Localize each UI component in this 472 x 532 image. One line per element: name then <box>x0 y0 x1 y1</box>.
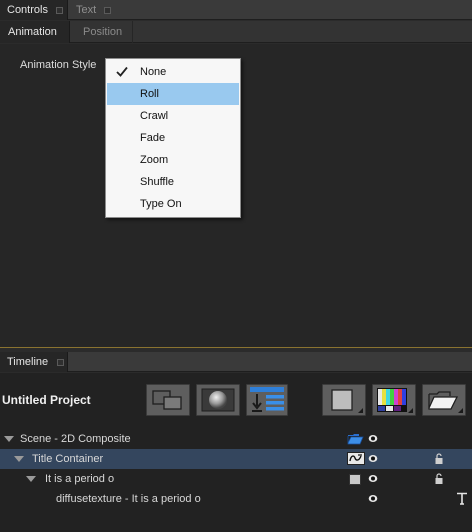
expand-triangle-icon[interactable] <box>14 456 24 462</box>
tree-item-label: Title Container <box>32 453 104 465</box>
sphere-icon <box>201 388 235 412</box>
dropdown-option-label: Fade <box>140 132 166 144</box>
tab-position[interactable]: Position <box>71 21 133 43</box>
text-t-icon <box>457 492 467 505</box>
tab-timeline-label: Timeline <box>7 356 49 368</box>
checkmark-icon <box>116 66 128 77</box>
tab-text-label: Text <box>76 4 97 16</box>
shape-button[interactable] <box>322 384 366 416</box>
dropdown-option-label: Zoom <box>140 154 169 166</box>
open-folder-button[interactable] <box>422 384 466 416</box>
animation-style-label: Animation Style <box>20 59 97 71</box>
lock-icon[interactable] <box>434 473 444 485</box>
dropdown-option-label: Crawl <box>140 110 169 122</box>
project-title: Untitled Project <box>2 393 91 407</box>
tab-text[interactable]: Text <box>69 0 117 20</box>
square-icon <box>349 474 361 485</box>
import-list-icon <box>250 387 284 412</box>
panel-tab-bar: Controls Text <box>0 0 472 20</box>
expand-triangle-icon[interactable] <box>26 476 36 482</box>
tab-animation[interactable]: Animation <box>0 21 70 43</box>
dropdown-option-fade[interactable]: Fade <box>107 127 239 149</box>
dropdown-corner-icon <box>358 408 363 413</box>
dropdown-option-shuffle[interactable]: Shuffle <box>107 171 239 193</box>
sub-tab-bar: Animation Position <box>0 21 472 43</box>
dropdown-option-label: Roll <box>140 88 159 100</box>
tree-row-diffusetexture[interactable]: diffusetexture - It is a period o <box>0 489 472 509</box>
expand-triangle-icon[interactable] <box>4 436 14 442</box>
tab-close-icon[interactable] <box>104 6 112 14</box>
dropdown-corner-icon <box>408 408 413 413</box>
tree-item-label: Scene - 2D Composite <box>20 433 131 445</box>
dropdown-option-type-on[interactable]: Type On <box>107 193 239 215</box>
dropdown-option-crawl[interactable]: Crawl <box>107 105 239 127</box>
tab-timeline[interactable]: Timeline <box>0 352 68 372</box>
tab-controls[interactable]: Controls <box>0 0 68 20</box>
folder-icon <box>347 434 364 445</box>
eye-icon[interactable] <box>368 434 378 443</box>
dropdown-option-label: Type On <box>140 198 182 210</box>
dropdown-corner-icon <box>458 408 463 413</box>
dropdown-option-label: Shuffle <box>140 176 175 188</box>
tree-item-label: It is a period o <box>45 473 115 485</box>
dropdown-option-zoom[interactable]: Zoom <box>107 149 239 171</box>
layout-button[interactable] <box>146 384 190 416</box>
tree-row-scene[interactable]: Scene - 2D Composite <box>0 429 472 449</box>
text-style-icon <box>347 452 365 465</box>
lock-icon[interactable] <box>434 453 444 465</box>
tab-close-icon[interactable] <box>57 358 65 366</box>
sphere-button[interactable] <box>196 384 240 416</box>
import-list-button[interactable] <box>246 384 288 416</box>
tree-row-title-container[interactable]: Title Container <box>0 449 472 469</box>
dropdown-option-roll[interactable]: Roll <box>107 83 239 105</box>
eye-icon[interactable] <box>368 494 378 503</box>
tab-controls-label: Controls <box>7 4 48 16</box>
layout-icon <box>152 390 182 410</box>
eye-icon[interactable] <box>368 474 378 483</box>
tree-item-label: diffusetexture - It is a period o <box>56 493 201 505</box>
timeline-tab-bar: Timeline <box>0 352 472 372</box>
dropdown-option-none[interactable]: None <box>107 61 239 83</box>
tree-row-text-object[interactable]: It is a period o <box>0 469 472 489</box>
tab-close-icon[interactable] <box>55 6 63 14</box>
color-bars-button[interactable] <box>372 384 416 416</box>
animation-style-dropdown[interactable]: None Roll Crawl Fade Zoom Shuffle Type O… <box>105 58 241 218</box>
eye-icon[interactable] <box>368 454 378 463</box>
dropdown-option-label: None <box>140 66 167 78</box>
